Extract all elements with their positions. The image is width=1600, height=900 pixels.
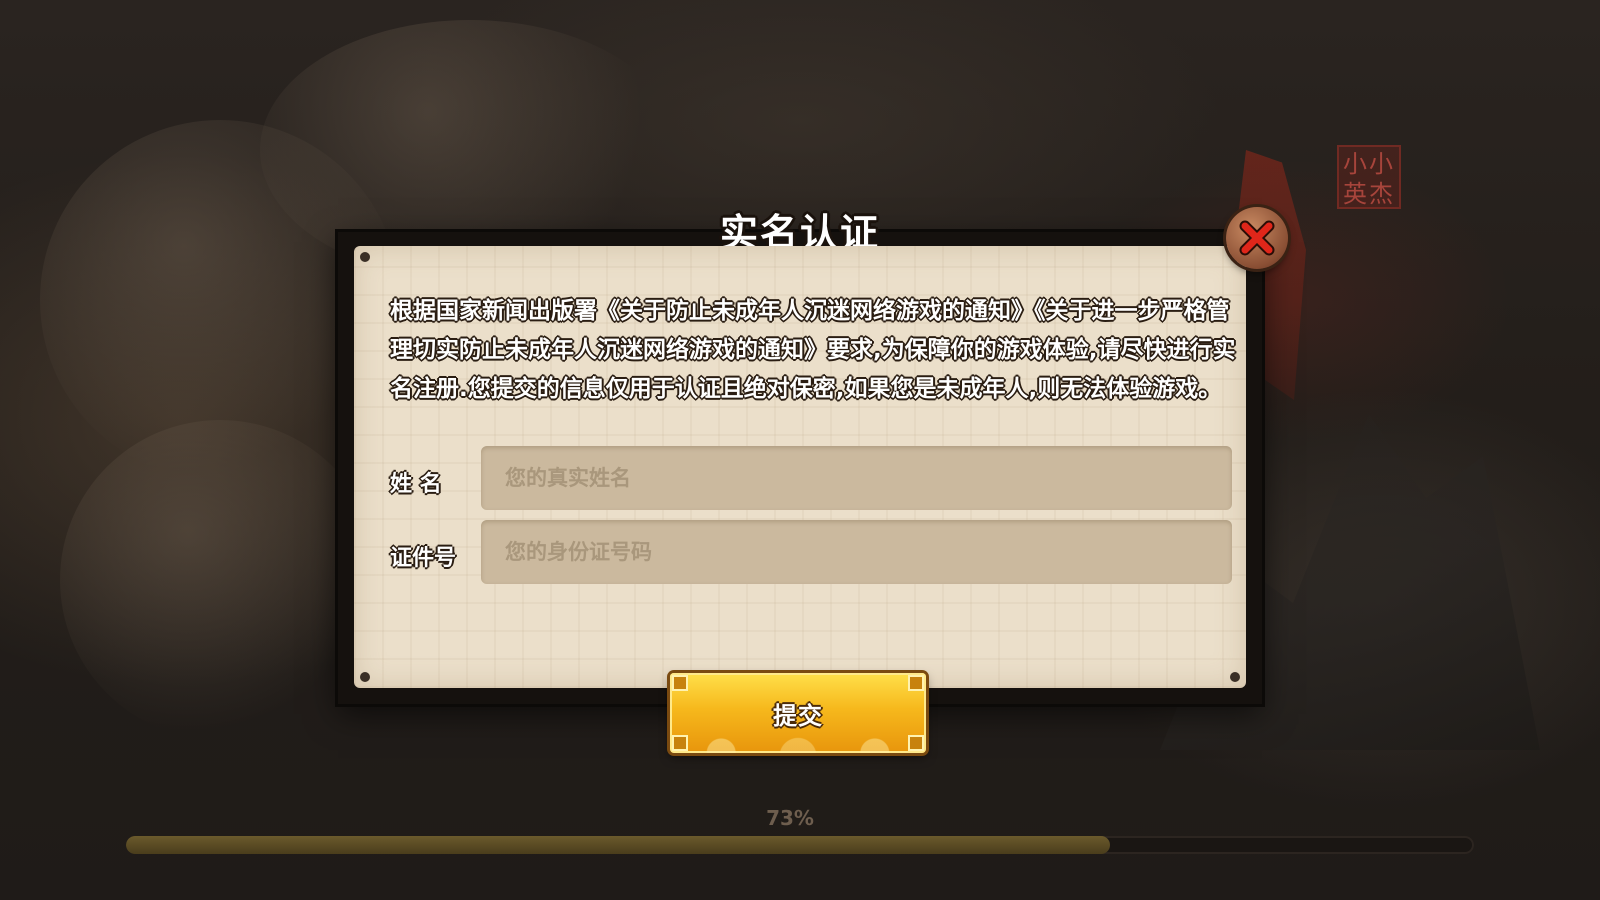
id-label: 证件号 — [390, 546, 457, 571]
real-name-auth-dialog: 实名认证 根据国家新闻出版署《关于防止未成年人沉迷网络游戏的通知》《关于进一步严… — [338, 211, 1262, 704]
panel-corner — [360, 252, 370, 262]
button-corner-ornament — [908, 735, 924, 751]
loading-progress-fill — [126, 836, 1111, 854]
close-icon — [1239, 220, 1275, 256]
id-number-input[interactable] — [481, 520, 1232, 584]
loading-percentage: 73% — [766, 806, 814, 830]
logo-stamp: 小小英杰 — [1337, 145, 1401, 209]
game-screen: 小小英杰 实名认证 根据国家新闻出版署《关于防止未成年人沉迷网络游戏的通知》《关… — [0, 0, 1600, 900]
panel-corner — [1230, 672, 1240, 682]
background-character — [60, 420, 380, 740]
button-corner-ornament — [672, 735, 688, 751]
button-corner-ornament — [672, 675, 688, 691]
submit-button[interactable]: 提交 — [670, 673, 926, 753]
name-label: 姓 名 — [390, 472, 442, 497]
panel-corner — [360, 672, 370, 682]
notice-text: 根据国家新闻出版署《关于防止未成年人沉迷网络游戏的通知》《关于进一步严格管理切实… — [390, 298, 1236, 402]
loading-progress-bar — [126, 836, 1474, 854]
submit-label: 提交 — [773, 701, 823, 730]
name-input[interactable] — [481, 446, 1232, 510]
dialog-panel: 根据国家新闻出版署《关于防止未成年人沉迷网络游戏的通知》《关于进一步严格管理切实… — [354, 246, 1246, 688]
close-button[interactable] — [1226, 207, 1288, 269]
button-corner-ornament — [908, 675, 924, 691]
